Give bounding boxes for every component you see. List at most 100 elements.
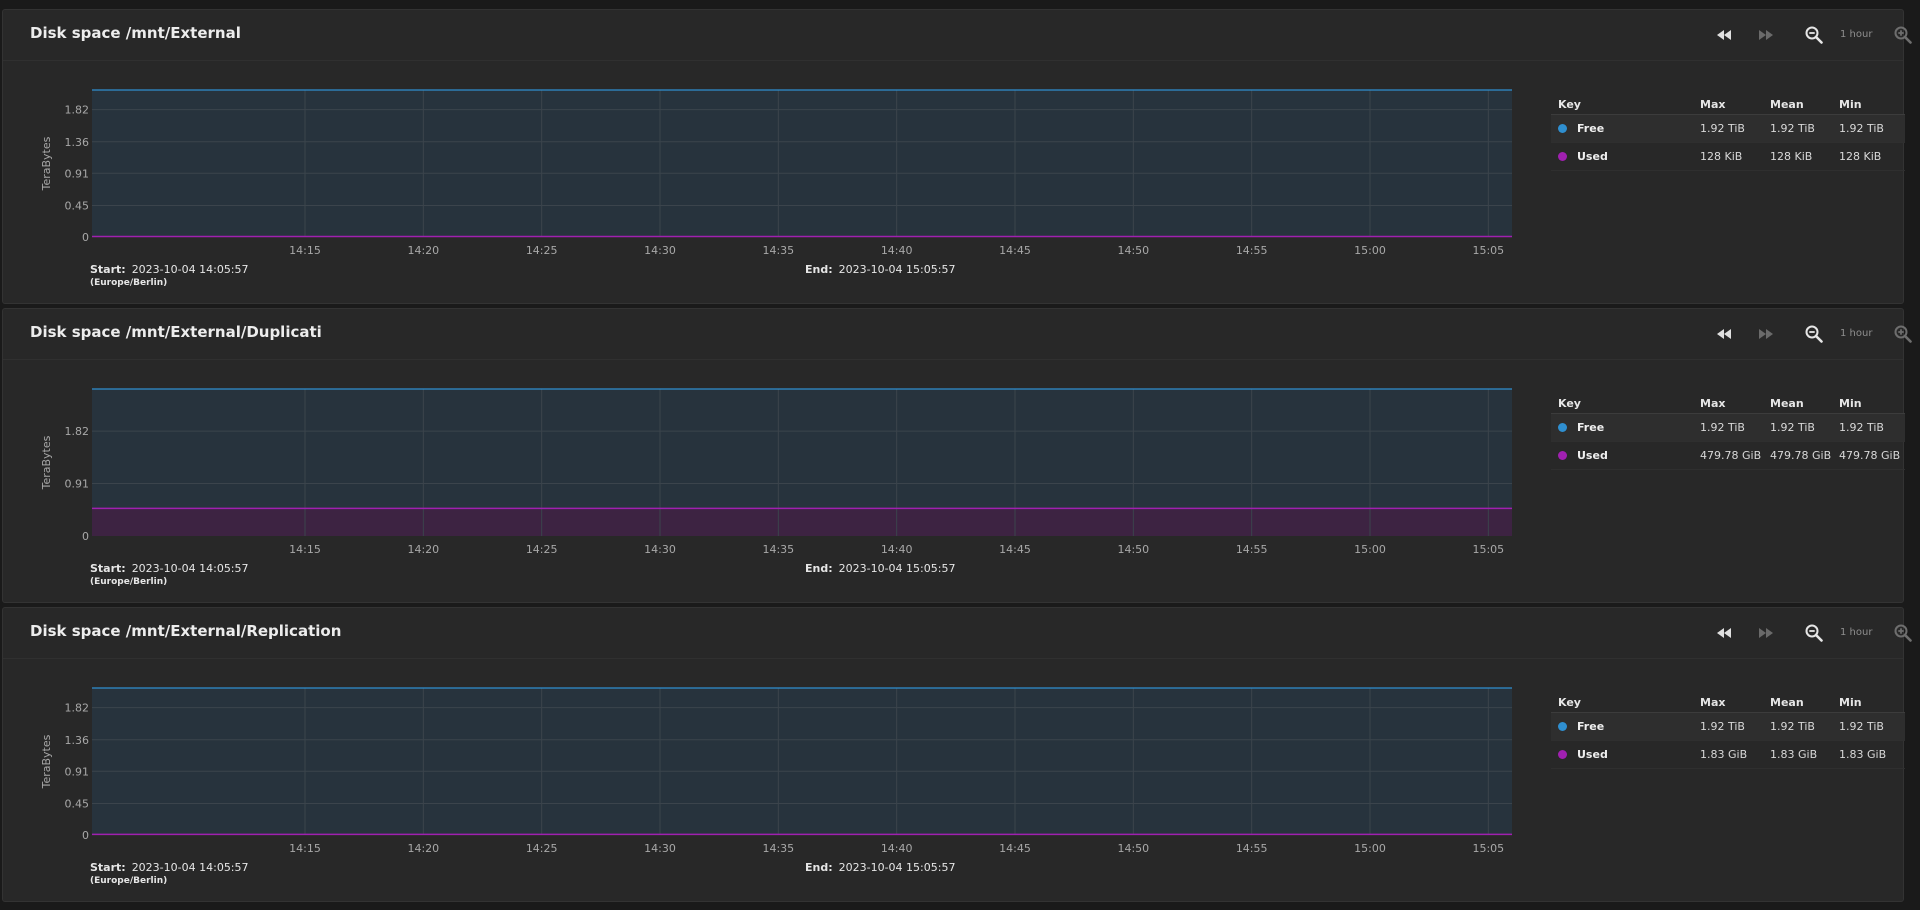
legend-mean-value: 1.92 TiB: [1770, 421, 1815, 434]
panel-title: Disk space /mnt/External/Duplicati: [30, 323, 322, 341]
used-series-dot: [1558, 451, 1567, 460]
rewind-icon: [1717, 628, 1731, 638]
legend-header-min: Min: [1839, 98, 1862, 111]
legend-header: Key Max Mean Min: [1551, 393, 1905, 414]
zoom-in-icon: [1894, 26, 1912, 44]
x-tick-label: 14:30: [644, 244, 676, 257]
x-tick-label: 15:05: [1472, 543, 1504, 556]
end-label: End:: [805, 861, 833, 874]
x-tick-label: 15:00: [1354, 842, 1386, 855]
fast-forward-icon: [1759, 329, 1773, 339]
legend-min-value: 1.92 TiB: [1839, 720, 1884, 733]
start-value: 2023-10-04 14:05:57: [131, 263, 249, 276]
y-tick-label: 0.91: [65, 765, 90, 778]
step-back-button[interactable]: [1713, 26, 1735, 44]
start-label: Start:: [90, 861, 126, 874]
x-tick-label: 14:25: [526, 244, 558, 257]
chart-legend: Key Max Mean Min Free 1.92 TiB 1.92 TiB …: [1551, 393, 1905, 470]
x-tick-label: 14:45: [999, 543, 1031, 556]
y-tick-label: 0.45: [65, 200, 90, 213]
x-tick-label: 15:00: [1354, 244, 1386, 257]
legend-header-min: Min: [1839, 397, 1862, 410]
y-axis-label: TeraBytes: [40, 435, 53, 490]
step-forward-button[interactable]: [1755, 26, 1777, 44]
legend-series-name: Free: [1577, 122, 1605, 135]
legend-series-name: Used: [1577, 449, 1608, 462]
end-time: End: 2023-10-04 15:05:57: [805, 562, 955, 575]
legend-header: Key Max Mean Min: [1551, 692, 1905, 713]
x-tick-label: 14:15: [289, 244, 321, 257]
legend-header-mean: Mean: [1770, 397, 1804, 410]
panel-toolbar: 1 hour: [1663, 10, 1912, 60]
end-value: 2023-10-04 15:05:57: [838, 263, 956, 276]
zoom-out-button[interactable]: [1803, 624, 1825, 642]
free-series-dot: [1558, 124, 1567, 133]
y-tick-label: 1.82: [65, 104, 90, 117]
legend-row-used[interactable]: Used 479.78 GiB 479.78 GiB 479.78 GiB: [1551, 442, 1905, 470]
timezone-label: (Europe/Berlin): [90, 278, 168, 288]
reports-page: Disk space /mnt/External 1 hour 0 0.45 0…: [0, 0, 1920, 910]
timezone-label: (Europe/Berlin): [90, 577, 168, 587]
legend-max-value: 1.92 TiB: [1700, 720, 1745, 733]
used-series-dot: [1558, 750, 1567, 759]
panel-toolbar: 1 hour: [1663, 309, 1912, 359]
time-range-label: 1 hour: [1840, 328, 1873, 339]
legend-header-max: Max: [1700, 397, 1726, 410]
x-tick-label: 14:30: [644, 543, 676, 556]
legend-header-max: Max: [1700, 696, 1726, 709]
zoom-out-button[interactable]: [1803, 26, 1825, 44]
legend-row-used[interactable]: Used 1.83 GiB 1.83 GiB 1.83 GiB: [1551, 741, 1905, 769]
legend-row-free[interactable]: Free 1.92 TiB 1.92 TiB 1.92 TiB: [1551, 414, 1905, 442]
x-tick-label: 14:25: [526, 543, 558, 556]
legend-min-value: 479.78 GiB: [1839, 449, 1901, 462]
legend-row-free[interactable]: Free 1.92 TiB 1.92 TiB 1.92 TiB: [1551, 713, 1905, 741]
step-forward-button[interactable]: [1755, 325, 1777, 343]
zoom-in-icon: [1894, 325, 1912, 343]
x-tick-label: 14:55: [1236, 842, 1268, 855]
x-tick-label: 14:55: [1236, 543, 1268, 556]
chart-legend: Key Max Mean Min Free 1.92 TiB 1.92 TiB …: [1551, 692, 1905, 769]
zoom-out-button[interactable]: [1803, 325, 1825, 343]
zoom-in-button[interactable]: [1892, 325, 1914, 343]
legend-series-name: Used: [1577, 748, 1608, 761]
legend-row-used[interactable]: Used 128 KiB 128 KiB 128 KiB: [1551, 143, 1905, 171]
step-forward-button[interactable]: [1755, 624, 1777, 642]
end-value: 2023-10-04 15:05:57: [838, 861, 956, 874]
x-tick-label: 14:35: [762, 244, 794, 257]
time-range-label: 1 hour: [1840, 627, 1873, 638]
x-tick-label: 14:50: [1117, 543, 1149, 556]
start-time: Start: 2023-10-04 14:05:57: [90, 562, 249, 575]
end-time: End: 2023-10-04 15:05:57: [805, 861, 955, 874]
step-back-button[interactable]: [1713, 325, 1735, 343]
x-tick-label: 14:20: [407, 244, 439, 257]
zoom-in-button[interactable]: [1892, 624, 1914, 642]
x-tick-label: 14:15: [289, 842, 321, 855]
zoom-in-button[interactable]: [1892, 26, 1914, 44]
panel-header: Disk space /mnt/External/Duplicati 1 hou…: [3, 309, 1912, 360]
disk-space-panel: Disk space /mnt/External/Duplicati 1 hou…: [2, 308, 1912, 603]
x-tick-label: 14:45: [999, 842, 1031, 855]
free-series-dot: [1558, 423, 1567, 432]
legend-min-value: 1.83 GiB: [1839, 748, 1887, 761]
panel-toolbar: 1 hour: [1663, 608, 1912, 658]
y-tick-label: 1.36: [65, 136, 90, 149]
y-tick-label: 0: [82, 530, 89, 543]
panel-header: Disk space /mnt/External/Replication 1 h…: [3, 608, 1912, 659]
legend-min-value: 1.92 TiB: [1839, 421, 1884, 434]
start-value: 2023-10-04 14:05:57: [131, 861, 249, 874]
legend-header-mean: Mean: [1770, 696, 1804, 709]
disk-space-panel: Disk space /mnt/External 1 hour 0 0.45 0…: [2, 9, 1912, 304]
x-tick-label: 15:05: [1472, 842, 1504, 855]
step-back-button[interactable]: [1713, 624, 1735, 642]
legend-min-value: 1.92 TiB: [1839, 122, 1884, 135]
end-time: End: 2023-10-04 15:05:57: [805, 263, 955, 276]
legend-max-value: 1.92 TiB: [1700, 421, 1745, 434]
x-tick-label: 14:20: [407, 543, 439, 556]
y-axis-label: TeraBytes: [40, 136, 53, 191]
legend-max-value: 128 KiB: [1700, 150, 1743, 163]
fast-forward-icon: [1759, 628, 1773, 638]
y-axis-label: TeraBytes: [40, 734, 53, 789]
x-tick-label: 14:50: [1117, 244, 1149, 257]
start-label: Start:: [90, 562, 126, 575]
legend-row-free[interactable]: Free 1.92 TiB 1.92 TiB 1.92 TiB: [1551, 115, 1905, 143]
